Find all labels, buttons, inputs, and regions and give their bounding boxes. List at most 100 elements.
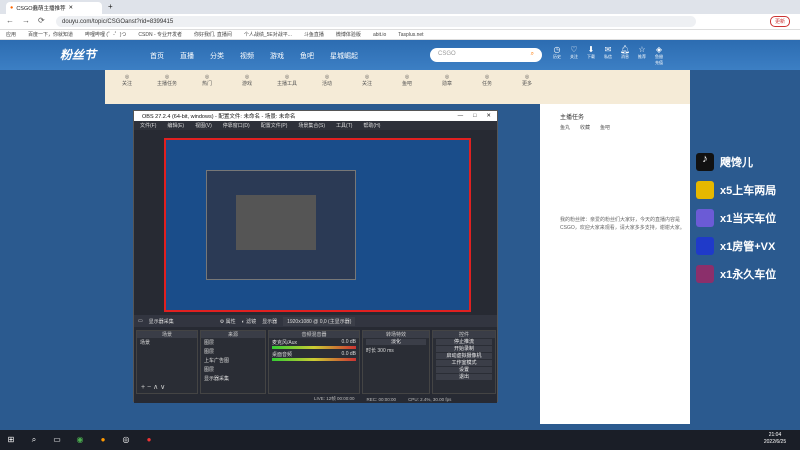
nav-item[interactable]: 直播 (180, 51, 194, 61)
menu-item[interactable]: 场景集合(S) (298, 122, 325, 129)
stop-stream-button[interactable]: 停止推流 (436, 339, 492, 345)
category-item[interactable]: ◎ 更多 (510, 74, 544, 87)
favicon-icon: ● (10, 5, 14, 11)
virtual-camera-button[interactable]: 启动虚拟摄像机 (436, 353, 492, 359)
download-icon[interactable]: ⬇ 下载 (586, 45, 596, 66)
source-item[interactable]: 上车广告图 (201, 356, 265, 365)
follow-icon[interactable]: ♡ 关注 (569, 45, 579, 66)
transition-select[interactable]: 淡化 (366, 339, 426, 345)
category-item[interactable]: ◎ 主播任务 (150, 74, 184, 87)
browser-tab[interactable]: ● CSGO蠢萌主播推荐 ✕ (6, 2, 102, 14)
new-tab-icon[interactable]: + (108, 2, 113, 11)
side-panel-title: 主播任务 (560, 115, 585, 121)
filters-button[interactable]: ◐ 滤镜 (242, 318, 256, 325)
scene-item[interactable]: 场景 (137, 338, 197, 347)
tiktok-icon: ♪ (696, 153, 714, 171)
bookmark[interactable]: 微博体验版 (336, 31, 361, 38)
settings-button[interactable]: 设置 (436, 367, 492, 373)
taskbar-clock[interactable]: 21:04 2022/6/25 (752, 432, 798, 446)
audio-mixer-panel: 音频混音器 麦克风/Aux 0.0 dB 桌面音频 0.0 dB (268, 330, 360, 394)
nav-item[interactable]: 视频 (240, 51, 254, 61)
bookmark[interactable]: 百度一下，你就知道 (28, 31, 73, 38)
display-select[interactable]: 1920x1080 @ 0,0 (主显示器) (283, 316, 356, 326)
reload-icon[interactable]: ⟳ (38, 16, 45, 25)
maximize-icon[interactable]: □ (473, 113, 476, 119)
minimize-icon[interactable]: — (458, 113, 464, 119)
category-item[interactable]: ◎ 鱼吧 (390, 74, 424, 87)
source-item[interactable]: 图层 (201, 347, 265, 356)
nav-item[interactable]: 星城崛起 (330, 51, 358, 61)
properties-button[interactable]: ⚙ 属性 (220, 318, 236, 325)
side-tab[interactable]: 鱼丸 (560, 124, 570, 131)
category-item[interactable]: ◎ 勋章 (430, 74, 464, 87)
exit-button[interactable]: 退出 (436, 374, 492, 380)
recommend-icon[interactable]: ☆ 推荐 (637, 45, 647, 66)
url-field[interactable]: douyu.com/topic/CSGOanst?rid=8399415 (56, 16, 696, 27)
nested-preview-inner (236, 195, 316, 250)
side-tab[interactable]: 收藏 (580, 124, 590, 131)
obs-menu-bar: 文件(F) 编辑(E) 视图(V) 停靠窗口(D) 配置文件(P) 场景集合(S) 工具(T… (134, 121, 497, 130)
bookmark[interactable]: CSDN - 专业开发者 (138, 31, 182, 38)
menu-item[interactable]: 编辑(E) (167, 122, 184, 129)
scene-controls[interactable]: + − ∧ ∨ (141, 383, 165, 391)
app-icon[interactable]: ● (98, 435, 108, 445)
search-placeholder: CSGO (438, 51, 456, 57)
side-tab[interactable]: 鱼吧 (600, 124, 610, 131)
close-icon[interactable]: ✕ (486, 113, 491, 119)
duration-input[interactable]: 300 ms (377, 348, 393, 354)
nav-item[interactable]: 首页 (150, 51, 164, 61)
back-icon[interactable]: ← (6, 16, 14, 25)
windows-start-icon[interactable]: ⊞ (6, 435, 16, 445)
bookmark[interactable]: abit.io (373, 32, 386, 38)
category-item[interactable]: ◎ 活动 (310, 74, 344, 87)
category-item[interactable]: ◎ 关注 (110, 74, 144, 87)
bookmark[interactable]: 个人战绩_5E对战平... (244, 31, 292, 38)
side-panel-description: 我的粉丝牌：亲爱的粉丝们大家好，今天的直播内容是CSGO，欢迎大家来观看，请大家… (560, 217, 685, 231)
search-icon[interactable]: ⌕ (531, 51, 534, 58)
source-item[interactable]: 图层 (201, 365, 265, 374)
site-logo[interactable]: 粉丝节 (60, 46, 96, 63)
overlay-item: x5上车两局 (696, 178, 800, 202)
message-icon[interactable]: ✉ 私信 (603, 45, 613, 66)
source-item[interactable]: 显示器采集 (201, 374, 265, 383)
chrome-icon[interactable]: ◉ (75, 435, 85, 445)
start-recording-button[interactable]: 开始录制 (436, 346, 492, 352)
category-item[interactable]: ◎ 关注 (350, 74, 384, 87)
forward-icon[interactable]: → (22, 16, 30, 25)
task-view-icon[interactable]: ▭ (52, 435, 62, 445)
bell-icon[interactable]: 🔔︎ 消息 (620, 45, 630, 66)
menu-item[interactable]: 配置文件(P) (261, 122, 288, 129)
bookmark[interactable]: 斗鱼直播 (304, 31, 324, 38)
studio-mode-button[interactable]: 工作室模式 (436, 360, 492, 366)
mixer-track: 麦克风/Aux 0.0 dB (269, 338, 359, 350)
wallet-icon[interactable]: ◈ 鱼翅充值 (654, 45, 664, 66)
search-icon[interactable]: ⌕ (29, 435, 39, 445)
category-item[interactable]: ◎ 游戏 (230, 74, 264, 87)
bookmark[interactable]: Tasplus.net (398, 32, 423, 38)
badge-icon (696, 237, 714, 255)
nav-item[interactable]: 鱼吧 (300, 51, 314, 61)
bookmark[interactable]: 你好我们, 直播间 (194, 31, 232, 38)
history-icon[interactable]: ◷ 历史 (552, 45, 562, 66)
obs-preview[interactable] (164, 138, 471, 312)
category-item[interactable]: ◎ 主播工具 (270, 74, 304, 87)
app-icon[interactable]: ● (144, 435, 154, 445)
main-nav: 首页 直播 分类 视频 游戏 鱼吧 星城崛起 (150, 51, 358, 61)
obs-icon[interactable]: ◎ (121, 435, 131, 445)
menu-item[interactable]: 工具(T) (336, 122, 352, 129)
category-item[interactable]: ◎ 任务 (470, 74, 504, 87)
source-item[interactable]: 图层 (201, 338, 265, 347)
category-item[interactable]: ◎ 热门 (190, 74, 224, 87)
menu-item[interactable]: 帮助(H) (363, 122, 380, 129)
nav-item[interactable]: 分类 (210, 51, 224, 61)
menu-item[interactable]: 停靠窗口(D) (223, 122, 250, 129)
menu-item[interactable]: 文件(F) (140, 122, 156, 129)
search-input[interactable]: CSGO ⌕ (430, 48, 542, 62)
close-icon[interactable]: ✕ (69, 5, 74, 11)
stream-overlay: ♪ 飕馋儿 x5上车两局 x1当天车位 x1房管+VX x1永久车位 (696, 150, 800, 290)
nav-item[interactable]: 游戏 (270, 51, 284, 61)
bookmark[interactable]: 哔哩哔哩 (゜-゜)つ (85, 31, 126, 38)
bookmark[interactable]: 应用 (6, 31, 16, 38)
menu-item[interactable]: 视图(V) (195, 122, 212, 129)
update-button[interactable]: 更新 (770, 16, 791, 27)
